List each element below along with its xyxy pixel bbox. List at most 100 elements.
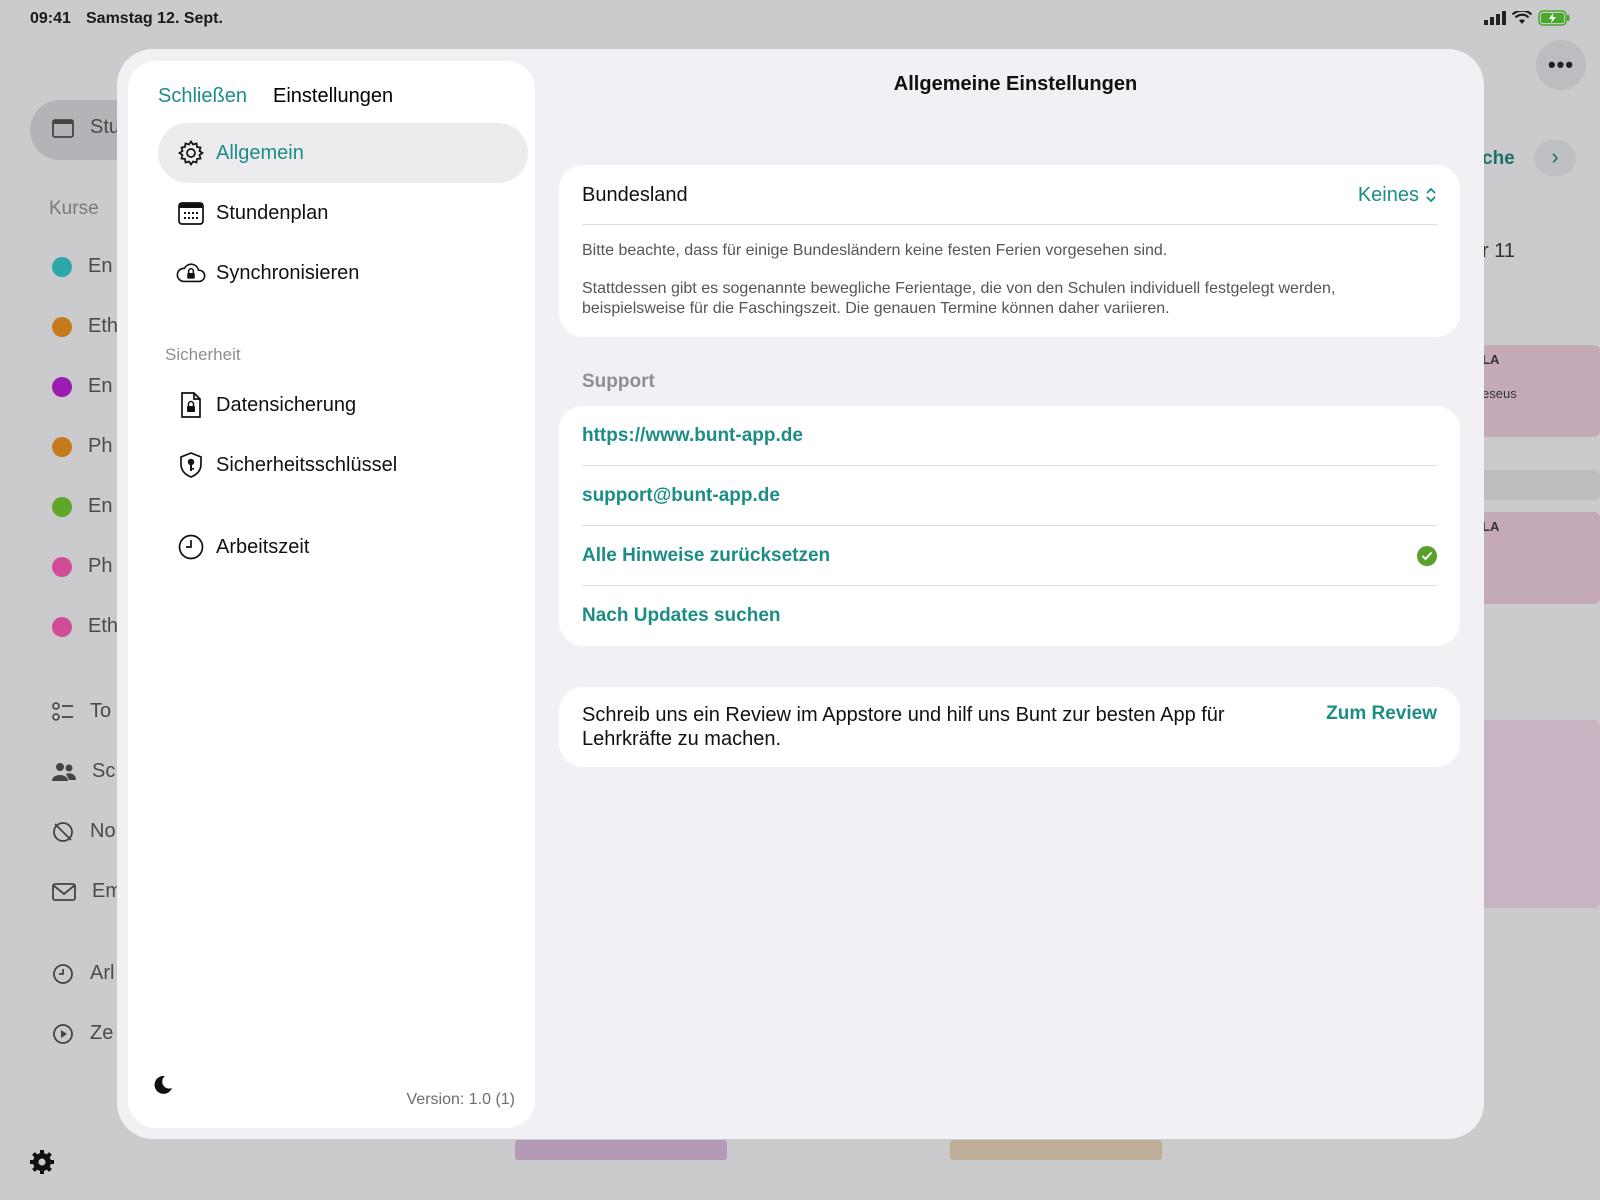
people-icon — [52, 762, 76, 781]
support-row[interactable]: Nach Updates suchen — [559, 586, 1460, 646]
status-time: 09:41 — [30, 10, 71, 27]
bg-tool: To — [52, 700, 111, 723]
bg-event — [515, 1140, 727, 1160]
status-bar: 09:41 Samstag 12. Sept. — [0, 0, 1600, 38]
support-header: Support — [582, 371, 655, 392]
checkmark-icon — [1417, 546, 1437, 566]
bg-week-label: che — [1482, 148, 1515, 169]
bg-course: Eth — [52, 315, 118, 338]
detail-title: Allgemeine Einstellungen — [893, 73, 1138, 95]
bg-course: En — [52, 255, 112, 278]
nav-label: Arbeitszeit — [216, 535, 310, 558]
nav-item-sicherheitsschluessel[interactable]: Sicherheitsschlüssel — [158, 435, 528, 495]
nav-item-arbeitszeit[interactable]: Arbeitszeit — [158, 517, 528, 577]
bg-event — [950, 1140, 1162, 1160]
course-label: Eth — [88, 315, 119, 337]
review-text: Schreib uns ein Review im Appstore und h… — [582, 704, 1225, 750]
cloud-lock-icon — [176, 258, 206, 288]
extra-label: Arl — [90, 962, 115, 984]
bg-event-sub: eseus — [1482, 386, 1517, 401]
chevron-right-icon[interactable]: › — [1534, 140, 1576, 176]
bundesland-value: Keines — [1357, 183, 1419, 206]
nav-label: Stundenplan — [216, 201, 329, 224]
course-color-dot — [52, 436, 72, 457]
reset-hints-button[interactable]: Alle Hinweise zurücksetzen — [582, 545, 830, 567]
review-button[interactable]: Zum Review — [1326, 703, 1437, 725]
shield-key-icon — [176, 450, 206, 480]
website-link[interactable]: https://www.bunt-app.de — [582, 425, 803, 447]
bg-kurse-label: Kurse — [49, 198, 99, 219]
course-color-dot — [52, 616, 72, 637]
support-row[interactable]: Alle Hinweise zurücksetzen — [559, 526, 1460, 586]
tool-label: To — [90, 700, 112, 722]
bundesland-card: Bundesland Keines Bitte beachte, dass fü… — [559, 165, 1460, 337]
nav-item-stundenplan[interactable]: Stundenplan — [158, 183, 528, 243]
course-color-dot — [52, 496, 72, 517]
calendar-icon — [52, 118, 74, 138]
nav-label: Allgemein — [216, 141, 304, 164]
nav-label: Sicherheitsschlüssel — [216, 453, 398, 476]
battery-icon — [1538, 10, 1570, 26]
bg-course: En — [52, 495, 112, 518]
no-clock-icon — [53, 821, 73, 842]
gear-icon[interactable] — [28, 1148, 56, 1181]
bg-course: En — [52, 375, 112, 398]
status-date: Samstag 12. Sept. — [86, 10, 223, 27]
course-color-dot — [52, 556, 72, 577]
course-color-dot — [52, 256, 72, 277]
extra-label: Ze — [90, 1022, 114, 1044]
support-row[interactable]: https://www.bunt-app.de — [559, 406, 1460, 466]
bg-extra: Arl — [52, 962, 114, 985]
nav-item-synchronisieren[interactable]: Synchronisieren — [158, 243, 528, 303]
bg-course: Eth — [52, 615, 118, 638]
bg-course: Ph — [52, 435, 112, 458]
bg-sidebar-label: Stu — [90, 116, 121, 138]
nav-item-datensicherung[interactable]: Datensicherung — [158, 375, 528, 435]
course-label: Ph — [88, 435, 113, 457]
status-icons — [1484, 10, 1570, 26]
bg-tool: No — [52, 820, 116, 843]
check-updates-button[interactable]: Nach Updates suchen — [582, 605, 781, 627]
moon-icon[interactable] — [151, 1073, 175, 1102]
calendar-icon — [176, 198, 206, 228]
bg-event — [1478, 470, 1600, 500]
bundesland-note: Bitte beachte, dass für einige Bundeslän… — [559, 225, 1460, 319]
bg-extra: Ze — [52, 1022, 113, 1045]
tool-label: Sc — [92, 760, 116, 782]
course-color-dot — [52, 376, 72, 397]
signal-icon — [1484, 11, 1506, 25]
mail-icon — [52, 882, 76, 901]
note-paragraph: Bitte beachte, dass für einige Bundeslän… — [582, 242, 1168, 259]
more-icon[interactable]: ••• — [1536, 40, 1586, 90]
bundesland-picker[interactable]: Keines — [1358, 184, 1437, 207]
close-button[interactable]: Schließen — [158, 85, 247, 108]
bundesland-row: Bundesland Keines — [559, 165, 1460, 225]
divider — [582, 224, 1437, 225]
course-label: Eth — [88, 615, 119, 637]
nav-item-allgemein[interactable]: Allgemein — [158, 123, 528, 183]
support-card: https://www.bunt-app.de support@bunt-app… — [559, 406, 1460, 646]
settings-sidebar: Schließen Einstellungen Allgemein Stunde… — [128, 61, 535, 1128]
bg-event-label: LA — [1482, 352, 1500, 367]
course-label: Ph — [88, 555, 113, 577]
bg-sidebar-item: Stu — [52, 116, 120, 139]
course-label: En — [88, 375, 113, 397]
email-link[interactable]: support@bunt-app.de — [582, 485, 780, 507]
checklist-icon — [52, 701, 73, 721]
bg-tool: Em — [52, 880, 122, 903]
bg-course: Ph — [52, 555, 112, 578]
tool-label: No — [90, 820, 116, 842]
play-icon — [53, 1023, 73, 1044]
gear-icon — [176, 138, 206, 168]
nav-label: Synchronisieren — [216, 261, 360, 284]
settings-sheet: Schließen Einstellungen Allgemein Stunde… — [117, 49, 1484, 1139]
note-paragraph: Stattdessen gibt es sogenannte beweglich… — [582, 280, 1336, 317]
course-label: En — [88, 255, 113, 277]
course-color-dot — [52, 316, 72, 337]
sidebar-title: Einstellungen — [273, 85, 394, 107]
review-card: Schreib uns ein Review im Appstore und h… — [559, 687, 1460, 767]
clock-icon — [176, 532, 206, 562]
support-row[interactable]: support@bunt-app.de — [559, 466, 1460, 526]
bg-event-label: LA — [1482, 519, 1500, 534]
chevron-up-down-icon — [1426, 187, 1436, 203]
